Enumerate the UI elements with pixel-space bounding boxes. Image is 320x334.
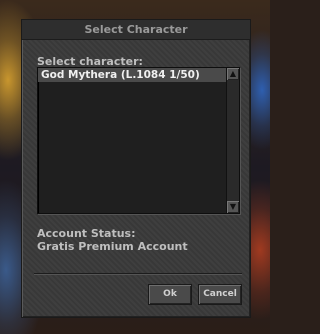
divider — [34, 273, 242, 275]
select-character-dialog: Select Character Select character: God M… — [21, 19, 251, 318]
character-list[interactable]: God Mythera (L.1084 1/50) ▲ ▼ — [37, 67, 240, 214]
arrow-up-icon[interactable]: ▲ — [227, 68, 239, 80]
account-status-label: Account Status: — [37, 227, 136, 240]
ok-button[interactable]: Ok — [148, 284, 192, 305]
character-list-item[interactable]: God Mythera (L.1084 1/50) — [38, 68, 227, 82]
arrow-down-icon[interactable]: ▼ — [227, 201, 239, 213]
cancel-button[interactable]: Cancel — [198, 284, 242, 305]
list-scrollbar[interactable]: ▲ ▼ — [226, 68, 239, 213]
dialog-title[interactable]: Select Character — [22, 20, 250, 40]
account-status-value: Gratis Premium Account — [37, 240, 188, 253]
